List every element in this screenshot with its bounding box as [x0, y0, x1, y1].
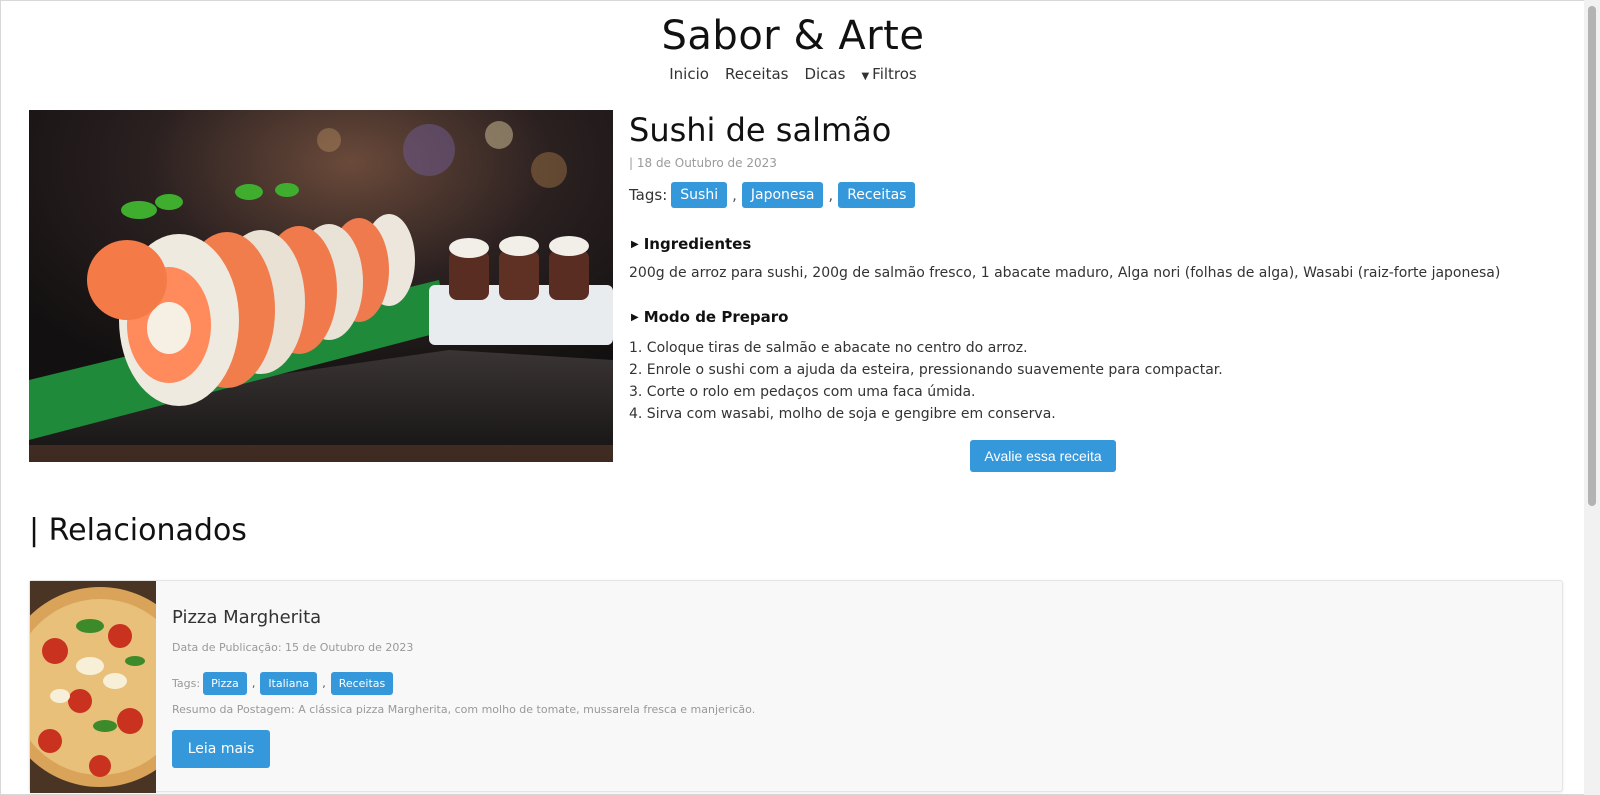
tags-label: Tags:	[172, 677, 201, 690]
step-item: 3. Corte o rolo em pedaços com uma faca …	[629, 384, 976, 400]
tag-separator: ,	[732, 186, 737, 204]
related-heading: | Relacionados	[29, 513, 247, 548]
rate-recipe-button[interactable]: Avalie essa receita	[970, 440, 1116, 472]
nav-filtros-label: Filtros	[872, 65, 917, 83]
vertical-scrollbar[interactable]	[1584, 0, 1600, 795]
tag-separator: ,	[322, 677, 326, 690]
sushi-photo	[29, 110, 613, 462]
step-item: 2. Enrole o sushi com a ajuda da esteira…	[629, 362, 1223, 378]
caret-right-icon: ▶	[631, 238, 639, 250]
ingredients-text: 200g de arroz para sushi, 200g de salmão…	[629, 265, 1501, 281]
tag-receitas[interactable]: Receitas	[330, 672, 394, 695]
tag-separator: ,	[251, 677, 256, 690]
related-card-summary: Resumo da Postagem: A clássica pizza Mar…	[172, 703, 756, 716]
recipe-hero-image	[29, 110, 613, 462]
step-item: 4. Sirva com wasabi, molho de soja e gen…	[629, 406, 1056, 422]
recipe-date: | 18 de Outubro de 2023	[629, 156, 777, 170]
pizza-thumbnail	[30, 581, 156, 793]
nav-dicas[interactable]: Dicas	[804, 65, 845, 83]
recipe-title: Sushi de salmão	[629, 111, 892, 149]
page: Sabor & Arte Inicio Receitas Dicas ▼ Filt…	[0, 0, 1584, 795]
read-more-button[interactable]: Leia mais	[172, 730, 270, 768]
recipe-tags: Tags: Sushi , Japonesa , Receitas	[629, 182, 916, 208]
main-nav: Inicio Receitas Dicas ▼ Filtros	[1, 65, 1585, 83]
related-card-date: Data de Publicação: 15 de Outubro de 202…	[172, 641, 414, 654]
site-title: Sabor & Arte	[661, 13, 925, 59]
caret-right-icon: ▶	[631, 311, 639, 323]
ingredients-label: Ingredientes	[643, 235, 752, 253]
scrollbar-thumb[interactable]	[1588, 6, 1596, 506]
related-card: Pizza Margherita Data de Publicação: 15 …	[29, 580, 1563, 793]
step-item: 1. Coloque tiras de salmão e abacate no …	[629, 340, 1028, 356]
related-card-title[interactable]: Pizza Margherita	[172, 607, 321, 628]
preparation-label: Modo de Preparo	[643, 308, 789, 326]
related-card-tags: Tags: Pizza , Italiana , Receitas	[172, 672, 394, 695]
tag-pizza[interactable]: Pizza	[203, 672, 247, 695]
tag-separator: ,	[828, 186, 834, 204]
tag-italiana[interactable]: Italiana	[260, 672, 318, 695]
nav-filtros[interactable]: ▼ Filtros	[861, 65, 916, 83]
nav-receitas[interactable]: Receitas	[725, 65, 789, 83]
caret-down-icon: ▼	[861, 71, 870, 82]
ingredients-toggle[interactable]: ▶ Ingredientes	[631, 235, 751, 253]
preparation-toggle[interactable]: ▶ Modo de Preparo	[631, 308, 788, 326]
tag-japonesa[interactable]: Japonesa	[741, 182, 824, 208]
pizza-photo	[30, 581, 156, 793]
preparation-steps: 1. Coloque tiras de salmão e abacate no …	[629, 337, 1223, 425]
tag-receitas[interactable]: Receitas	[838, 182, 916, 208]
tags-label: Tags:	[629, 186, 668, 204]
nav-inicio[interactable]: Inicio	[669, 65, 709, 83]
tag-sushi[interactable]: Sushi	[671, 182, 728, 208]
